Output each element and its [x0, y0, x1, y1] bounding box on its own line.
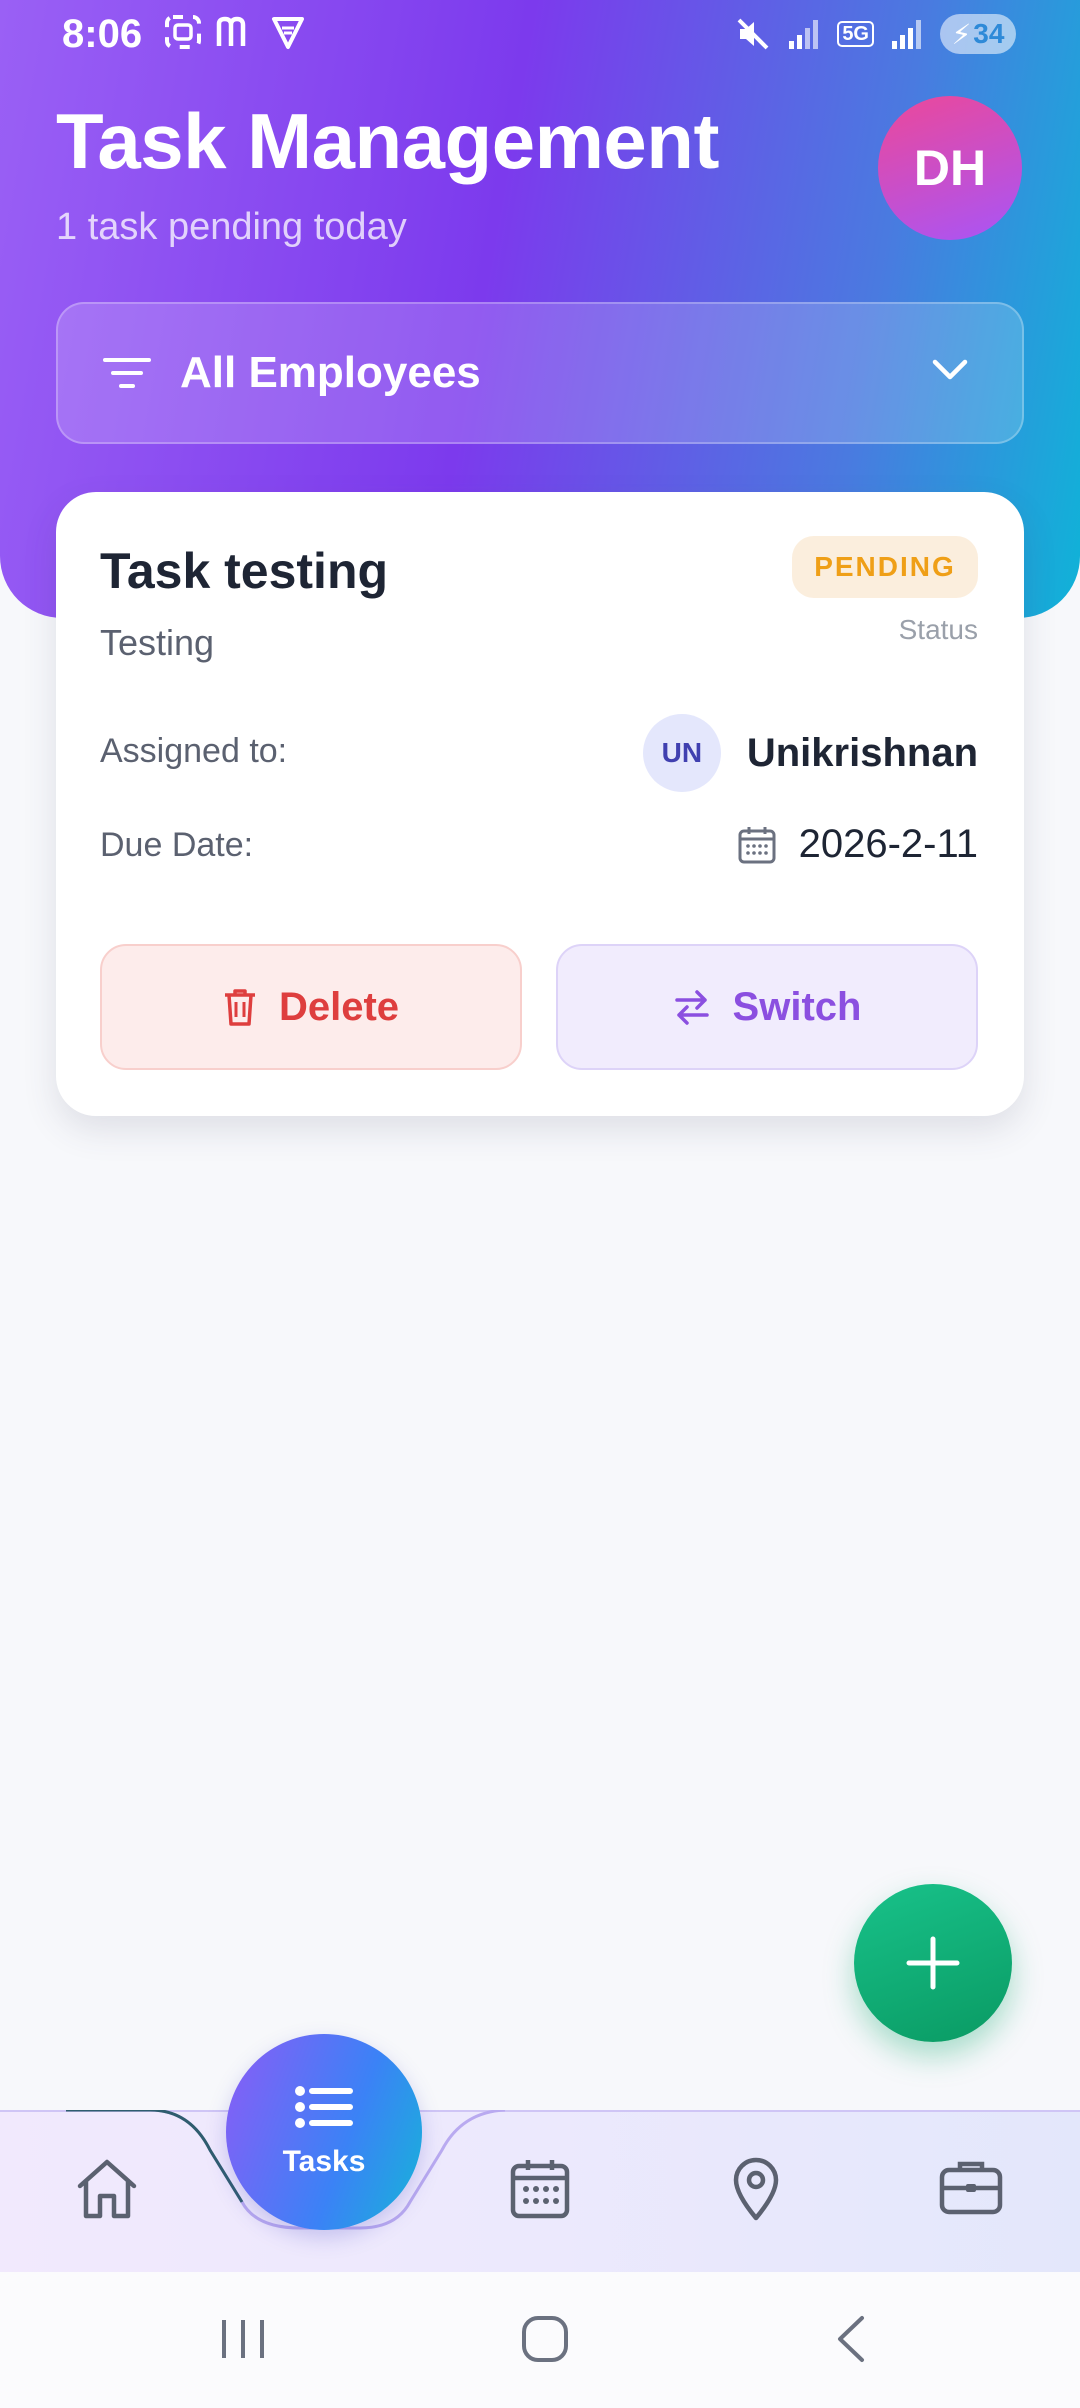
swap-icon	[674, 990, 709, 1025]
switch-label: Switch	[732, 984, 862, 1029]
calendar-icon	[738, 826, 776, 863]
bottom-navigation	[0, 2110, 1080, 2272]
status-bar: 8:06 5G ⚡ 34	[0, 0, 1080, 72]
delete-button[interactable]: Delete	[100, 944, 522, 1070]
vpn-shield-icon	[272, 17, 304, 49]
tasks-list-icon	[295, 2086, 353, 2128]
status-caption: Status	[898, 614, 978, 645]
assignee: UN Unikrishnan	[642, 714, 978, 792]
location-icon	[733, 2157, 779, 2221]
battery-icon: ⚡ 34	[940, 14, 1016, 54]
chevron-down-icon	[932, 359, 968, 380]
task-title: Task testing	[100, 543, 389, 599]
signal-icon	[892, 20, 921, 49]
system-navigation-bar	[0, 2272, 1080, 2408]
status-badge: PENDING	[792, 536, 978, 598]
trash-icon	[224, 989, 255, 1026]
plus-icon	[906, 1936, 960, 1990]
user-avatar[interactable]: DH	[878, 96, 1022, 240]
screenshot-icon	[165, 15, 201, 49]
status-left-icons	[164, 14, 306, 50]
due-date: 2026-2-11	[737, 822, 978, 867]
filter-label: All Employees	[180, 348, 481, 397]
employee-filter-dropdown[interactable]: All Employees	[56, 302, 1024, 444]
nav-calendar[interactable]	[508, 2156, 572, 2225]
home-circle-icon[interactable]	[520, 2314, 570, 2364]
status-time: 8:06	[62, 12, 143, 56]
switch-button[interactable]: Switch	[556, 944, 978, 1070]
network-type: 5G	[837, 21, 874, 47]
assignee-name: Unikrishnan	[746, 730, 978, 775]
nav-home[interactable]	[74, 2156, 140, 2227]
due-date-label: Due Date:	[100, 826, 254, 864]
assignee-avatar: UN	[642, 714, 721, 792]
task-card[interactable]: Task testing PENDING Status Testing Assi…	[56, 492, 1024, 1116]
nav-location[interactable]	[730, 2156, 782, 2227]
mute-icon	[737, 18, 769, 50]
battery-level: 34	[973, 18, 1005, 49]
home-icon	[77, 2159, 137, 2219]
nav-briefcase[interactable]	[938, 2156, 1004, 2223]
briefcase-icon	[939, 2161, 1003, 2215]
page-title: Task Management	[56, 97, 719, 185]
nav-tasks-label: Tasks	[282, 2145, 366, 2178]
page-subtitle: 1 task pending today	[56, 206, 407, 248]
due-date-value: 2026-2-11	[798, 822, 978, 866]
signal-icon	[789, 20, 819, 49]
assigned-to-label: Assigned to:	[100, 732, 288, 770]
m-app-icon	[216, 16, 246, 46]
task-description: Testing	[100, 622, 215, 663]
filter-icon	[103, 358, 151, 388]
nav-tasks-active[interactable]: Tasks	[226, 2034, 422, 2230]
calendar-icon	[510, 2160, 570, 2219]
back-icon[interactable]	[830, 2314, 870, 2364]
delete-label: Delete	[278, 984, 400, 1029]
status-right-icons: 5G ⚡ 34	[735, 14, 1016, 54]
add-task-button[interactable]	[854, 1884, 1012, 2042]
recents-icon[interactable]	[218, 2316, 268, 2362]
